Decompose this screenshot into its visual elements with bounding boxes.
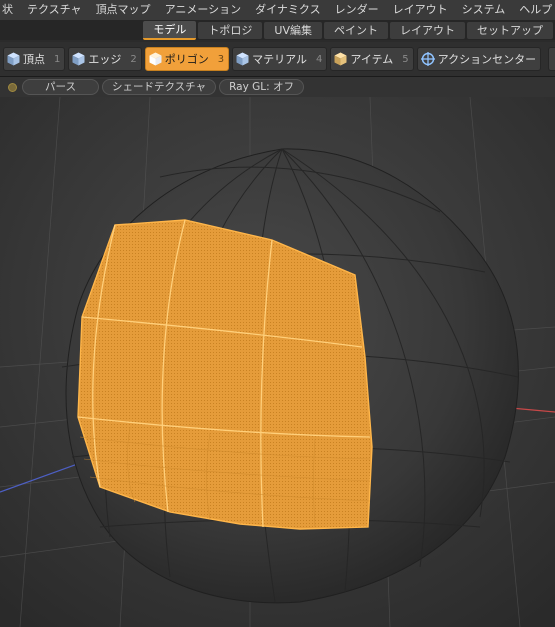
cube-icon bbox=[149, 52, 162, 66]
cube-icon bbox=[334, 52, 347, 66]
material-shortcut: 4 bbox=[316, 53, 323, 65]
vertex-shortcut: 1 bbox=[54, 53, 61, 65]
raygl-toggle[interactable]: Ray GL: オフ bbox=[219, 79, 304, 95]
shading-dropdown[interactable]: シェードテクスチャ bbox=[101, 79, 217, 95]
material-mode-label: マテリアル bbox=[252, 53, 308, 66]
menu-help[interactable]: ヘルプ bbox=[512, 0, 555, 20]
menu-item[interactable]: 状 bbox=[0, 0, 20, 20]
selected-polygons[interactable] bbox=[77, 219, 373, 530]
material-mode-button[interactable]: マテリアル 4 bbox=[232, 47, 328, 71]
selection-mode-toolbar: 頂点 1 エッジ 2 ポリゴン 3 マテリアル 4 アイテム 5 アクションセン… bbox=[0, 42, 555, 77]
crosshair-icon bbox=[420, 52, 435, 66]
vertex-mode-button[interactable]: 頂点 1 bbox=[3, 47, 66, 71]
cube-icon bbox=[7, 52, 20, 66]
layout-tab-bar: モデル トポロジ UV編集 ペイント レイアウト セットアップ bbox=[0, 20, 555, 40]
tab-layout[interactable]: レイアウト bbox=[390, 21, 465, 39]
menu-animation[interactable]: アニメーション bbox=[158, 0, 249, 20]
menu-render[interactable]: レンダー bbox=[328, 0, 386, 20]
menu-bar: 状 テクスチャ 頂点マップ アニメーション ダイナミクス レンダー レイアウト … bbox=[0, 0, 555, 21]
action-center-button[interactable]: アクションセンター bbox=[416, 47, 542, 71]
polygon-mode-button[interactable]: ポリゴン 3 bbox=[144, 47, 230, 71]
polygon-mode-label: ポリゴン bbox=[164, 53, 209, 66]
viewport-canvas[interactable] bbox=[0, 97, 555, 627]
3d-viewport[interactable] bbox=[0, 97, 555, 627]
edge-mode-button[interactable]: エッジ 2 bbox=[68, 47, 142, 71]
menu-texture[interactable]: テクスチャ bbox=[20, 0, 89, 20]
tab-topology[interactable]: トポロジ bbox=[198, 21, 263, 39]
symmetry-button[interactable] bbox=[548, 47, 555, 71]
view-mode-dropdown[interactable]: パース bbox=[22, 79, 99, 95]
menu-vertex-map[interactable]: 頂点マップ bbox=[89, 0, 158, 20]
menu-system[interactable]: システム bbox=[455, 0, 513, 20]
tab-paint[interactable]: ペイント bbox=[324, 21, 388, 39]
cube-icon bbox=[72, 52, 85, 66]
cube-icon bbox=[236, 52, 249, 66]
edge-mode-label: エッジ bbox=[88, 53, 122, 66]
item-mode-label: アイテム bbox=[350, 53, 394, 66]
viewport-menu-icon[interactable] bbox=[8, 82, 17, 92]
viewport-header: パース シェードテクスチャ Ray GL: オフ bbox=[0, 77, 555, 97]
item-shortcut: 5 bbox=[402, 53, 409, 65]
edge-shortcut: 2 bbox=[130, 53, 137, 65]
tab-uv-edit[interactable]: UV編集 bbox=[264, 21, 322, 39]
tab-model[interactable]: モデル bbox=[143, 20, 197, 40]
menu-dynamics[interactable]: ダイナミクス bbox=[248, 0, 327, 20]
item-mode-button[interactable]: アイテム 5 bbox=[330, 47, 414, 71]
vertex-mode-label: 頂点 bbox=[23, 53, 45, 66]
menu-layout[interactable]: レイアウト bbox=[386, 0, 455, 20]
action-center-label: アクションセンター bbox=[437, 53, 537, 66]
polygon-shortcut: 3 bbox=[217, 53, 225, 65]
tab-setup[interactable]: セットアップ bbox=[467, 21, 553, 39]
